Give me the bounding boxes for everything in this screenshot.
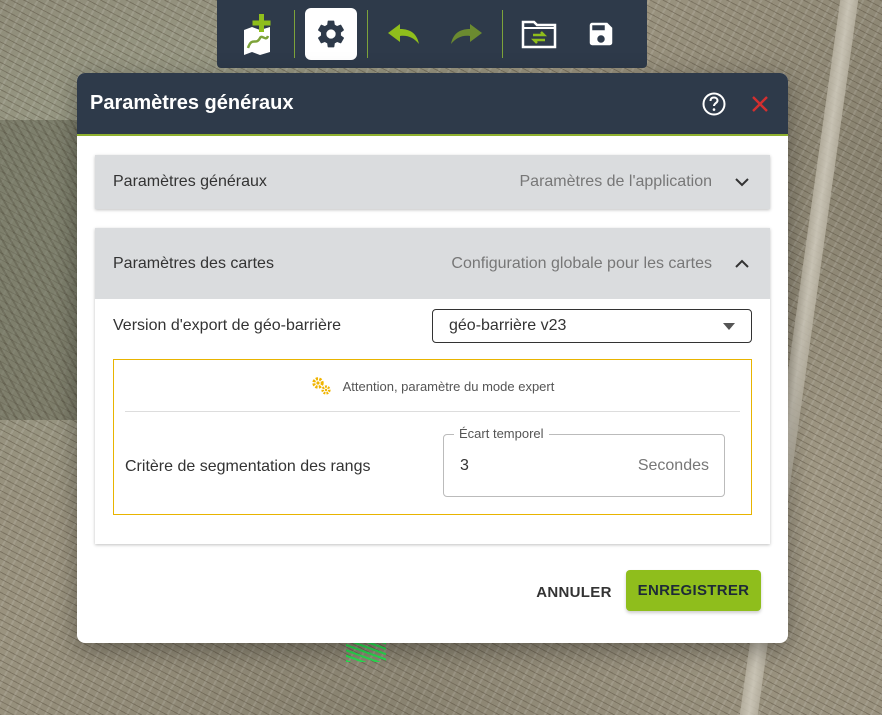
dialog-title: Paramètres généraux [90, 92, 294, 114]
chevron-down-icon [732, 172, 752, 192]
toolbar-separator [367, 10, 368, 58]
chevron-up-icon [732, 254, 752, 274]
panel-maps-body: Version d'export de géo-barrière géo-bar… [95, 299, 770, 544]
settings-button[interactable] [305, 8, 357, 60]
undo-icon [388, 24, 419, 44]
add-map-icon [244, 14, 271, 55]
close-button[interactable] [746, 90, 774, 118]
version-select[interactable]: géo-barrière v23 [432, 309, 752, 343]
panel-general-header[interactable]: Paramètres généraux Paramètres de l'appl… [95, 155, 770, 209]
divider [125, 411, 740, 412]
undo-button[interactable] [378, 8, 430, 60]
version-label: Version d'export de géo-barrière [113, 317, 342, 334]
version-select-value: géo-barrière v23 [449, 317, 567, 334]
redo-button[interactable] [440, 8, 492, 60]
dialog-header: Paramètres généraux [77, 73, 788, 136]
settings-dialog: Paramètres généraux Paramètres généraux … [77, 73, 788, 643]
save-icon [589, 22, 613, 46]
main-toolbar [217, 0, 647, 68]
dropdown-arrow-icon [723, 322, 735, 330]
segmentation-label: Critère de segmentation des rangs [125, 458, 371, 475]
folder-swap-icon [521, 20, 557, 49]
time-gap-value: 3 [460, 457, 469, 474]
gears-icon [311, 377, 331, 395]
help-circle-icon [702, 92, 726, 115]
version-row: Version d'export de géo-barrière géo-bar… [113, 309, 753, 343]
map-track-marks [346, 640, 386, 662]
save-project-button[interactable] [575, 8, 627, 60]
time-gap-field[interactable]: Écart temporel 3 Secondes [443, 426, 725, 497]
panel-general-subtitle: Paramètres de l'application [519, 173, 713, 190]
cancel-button[interactable]: ANNULER [529, 573, 619, 611]
toolbar-separator [294, 10, 295, 58]
map-field [0, 120, 80, 420]
panel-maps-subtitle: Configuration globale pour les cartes [451, 254, 712, 272]
gear-icon [318, 20, 344, 48]
time-gap-legend: Écart temporel [454, 426, 549, 441]
close-icon [752, 95, 768, 112]
help-button[interactable] [700, 90, 728, 118]
panel-general-settings: Paramètres généraux Paramètres de l'appl… [95, 155, 770, 209]
toolbar-separator [502, 10, 503, 58]
panel-maps-title: Paramètres des cartes [113, 254, 274, 272]
expert-warning: Attention, paramètre du mode expert [114, 376, 751, 396]
panel-map-settings: Paramètres des cartes Configuration glob… [95, 228, 770, 544]
panel-general-title: Paramètres généraux [113, 173, 267, 190]
open-project-button[interactable] [513, 8, 565, 60]
save-button[interactable]: ENREGISTRER [626, 570, 761, 611]
expert-mode-box: Attention, paramètre du mode expert Crit… [113, 359, 752, 515]
time-gap-unit: Secondes [637, 457, 709, 474]
expert-warning-text: Attention, paramètre du mode expert [342, 378, 555, 394]
redo-icon [451, 24, 482, 44]
add-map-button[interactable] [232, 8, 284, 60]
panel-maps-header[interactable]: Paramètres des cartes Configuration glob… [95, 228, 770, 299]
